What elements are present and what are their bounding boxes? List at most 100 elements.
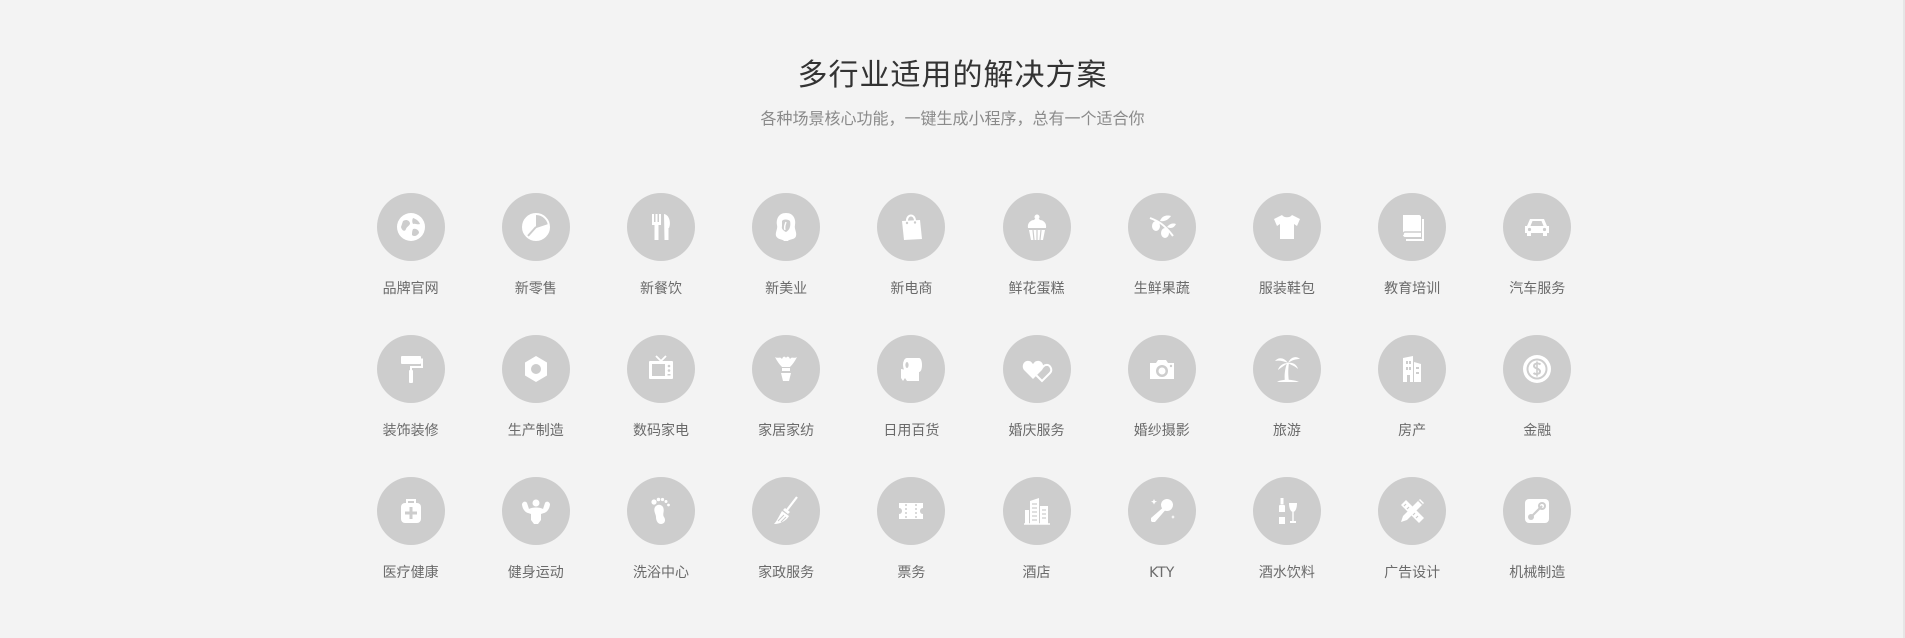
industry-label: 医疗健康 [382,565,439,581]
fork-knife-icon [651,214,670,240]
icon-circle [376,335,445,403]
industry-item-auto-service[interactable]: 汽车服务 [1475,193,1600,335]
icon-circle [1252,193,1321,261]
hex-nut-icon [524,356,547,382]
camera-icon [1149,360,1174,379]
section-subtitle: 各种场景核心功能，一键生成小程序，总有一个适合你 [760,109,1145,128]
icon-circle [376,193,445,261]
broom-icon [774,496,799,524]
book-icon [1402,215,1425,241]
icon-circle [1127,477,1196,545]
globe-icon [396,213,425,241]
icon-circle [1503,477,1572,545]
pencil-ruler-icon [1401,499,1425,523]
icon-circle [1378,477,1447,545]
industry-item-education[interactable]: 教育培训 [1350,193,1475,335]
industry-item-machinery[interactable]: 机械制造 [1475,477,1600,619]
industry-item-finance[interactable]: 金融 [1475,335,1600,477]
industry-label: 新美业 [765,281,808,297]
industry-item-electronics[interactable]: 数码家电 [598,335,723,477]
icon-circle [1002,335,1071,403]
industry-label: 日用百货 [883,423,940,439]
shopping-bag-icon [902,214,923,240]
icon-circle [1002,477,1071,545]
industry-label: 洗浴中心 [632,565,689,581]
industry-label: 票务 [897,565,926,581]
industry-item-ticketing[interactable]: 票务 [849,477,974,619]
industry-label: 教育培训 [1384,281,1441,297]
building-icon [1403,356,1422,382]
cupcake-icon [1027,214,1046,241]
woman-hair-icon [775,213,797,241]
icon-circle [501,477,570,545]
industry-item-beverages[interactable]: 酒水饮料 [1224,477,1349,619]
industry-item-daily-goods[interactable]: 日用百货 [849,335,974,477]
industry-item-real-estate[interactable]: 房产 [1350,335,1475,477]
industry-item-new-beauty[interactable]: 新美业 [724,193,849,335]
industry-item-bath-center[interactable]: 洗浴中心 [598,477,723,619]
industry-label: 房产 [1398,423,1427,439]
industry-grid: 品牌官网 新零售 新餐饮 新美业 新电商 鲜花蛋糕 生鲜果蔬 服装鞋包 教育培训… [348,193,1608,619]
steam-machine-icon [1525,499,1550,523]
industry-item-ktv[interactable]: KTY [1099,477,1224,619]
industry-item-flowers-cakes[interactable]: 鲜花蛋糕 [974,193,1099,335]
industry-item-fitness[interactable]: 健身运动 [473,477,598,619]
icon-circle [1378,193,1447,261]
car-icon [1525,219,1550,236]
industry-item-new-dining[interactable]: 新餐饮 [598,193,723,335]
industry-item-ad-design[interactable]: 广告设计 [1350,477,1475,619]
industry-item-hotel[interactable]: 酒店 [974,477,1099,619]
footprint-icon [651,497,670,524]
industry-label: 家政服务 [758,565,815,581]
icon-circle [1002,193,1071,261]
industry-item-new-retail[interactable]: 新零售 [473,193,598,335]
icon-circle [501,335,570,403]
industry-item-travel[interactable]: 旅游 [1224,335,1349,477]
icon-circle [376,477,445,545]
icon-circle [1378,335,1447,403]
industry-item-decoration[interactable]: 装饰装修 [348,335,473,477]
two-hearts-icon [1022,360,1052,383]
industry-item-new-ecommerce[interactable]: 新电商 [849,193,974,335]
industry-item-wedding[interactable]: 婚庆服务 [974,335,1099,477]
industry-label: 服装鞋包 [1258,281,1315,297]
industry-label: 新电商 [890,281,933,297]
industry-item-home-textiles[interactable]: 家居家纺 [724,335,849,477]
industry-label: 酒店 [1022,565,1051,581]
industry-item-healthcare[interactable]: 医疗健康 [348,477,473,619]
industry-item-manufacturing[interactable]: 生产制造 [473,335,598,477]
tv-icon [648,355,673,379]
icon-circle [1127,335,1196,403]
industry-label: 广告设计 [1384,565,1441,581]
industry-label: 健身运动 [507,565,564,581]
olive-branch-icon [1149,215,1176,238]
industry-item-wedding-photo[interactable]: 婚纱摄影 [1099,335,1224,477]
industry-item-apparel[interactable]: 服装鞋包 [1224,193,1349,335]
muscle-man-icon [521,499,550,524]
industry-label: 鲜花蛋糕 [1008,281,1065,297]
industry-item-fresh-produce[interactable]: 生鲜果蔬 [1099,193,1224,335]
industry-row: 医疗健康 健身运动 洗浴中心 家政服务 票务 酒店 KTY 酒水饮料 广告设计 … [348,477,1608,619]
icon-circle [501,193,570,261]
industry-label: 品牌官网 [382,281,439,297]
industry-item-brand-site[interactable]: 品牌官网 [348,193,473,335]
industry-label: 家居家纺 [758,423,815,439]
industry-row: 装饰装修 生产制造 数码家电 家居家纺 日用百货 婚庆服务 婚纱摄影 旅游 房产… [348,335,1608,477]
industry-row: 品牌官网 新零售 新餐饮 新美业 新电商 鲜花蛋糕 生鲜果蔬 服装鞋包 教育培训… [348,193,1608,335]
icon-circle [626,477,695,545]
tshirt-icon [1273,215,1300,239]
paper-roll-icon [901,358,923,381]
industry-label: 汽车服务 [1509,281,1566,297]
medical-kit-icon [400,499,421,523]
icon-circle [626,335,695,403]
icon-circle [1252,335,1321,403]
icon-circle [1252,477,1321,545]
section-title: 多行业适用的解决方案 [797,58,1108,93]
hotel-building-icon [1023,498,1050,525]
industry-label: 婚纱摄影 [1133,423,1190,439]
industry-item-housekeeping[interactable]: 家政服务 [724,477,849,619]
icon-circle [752,193,821,261]
industry-label: 新餐饮 [639,281,682,297]
dollar-coin-icon [1523,355,1552,383]
shuttlecock-icon [775,356,798,381]
